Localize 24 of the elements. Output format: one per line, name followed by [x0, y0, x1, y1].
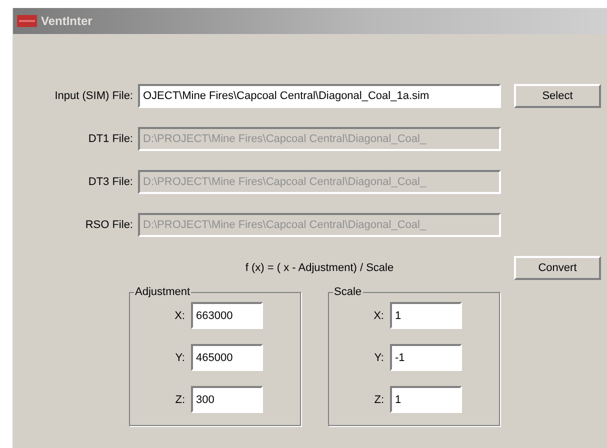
convert-button[interactable]: Convert [514, 256, 601, 280]
app-icon [17, 15, 37, 27]
field-label: DT1 File: [87, 133, 133, 145]
field-label: RSO File: [84, 219, 133, 231]
axis-label: X: [174, 310, 185, 322]
value-field[interactable]: -1 [390, 344, 462, 371]
axis-label: Z: [174, 394, 185, 406]
axis-label: Y: [174, 352, 185, 364]
axis-label: Y: [373, 352, 384, 364]
select-button[interactable]: Select [514, 84, 601, 108]
group-title: Adjustment [134, 286, 192, 298]
value-field[interactable]: 465000 [191, 344, 263, 371]
axis-label: Z: [373, 394, 384, 406]
formula-text: f (x) = ( x - Adjustment) / Scale [244, 262, 395, 274]
field-label: Input (SIM) File: [54, 90, 133, 102]
axis-label: X: [372, 310, 384, 322]
field-label: DT3 File: [87, 176, 133, 188]
window-title: VentInter [41, 14, 92, 28]
value-field[interactable]: 300 [191, 386, 263, 413]
value-field[interactable]: 1 [390, 302, 462, 329]
group-title: Scale [333, 286, 363, 298]
value-field[interactable]: 1 [390, 386, 462, 413]
file-path-field[interactable]: OJECT\Mine Fires\Capcoal Central\Diagonal_Coal_1a.sim [138, 84, 501, 108]
value-field[interactable]: 663000 [191, 302, 263, 329]
